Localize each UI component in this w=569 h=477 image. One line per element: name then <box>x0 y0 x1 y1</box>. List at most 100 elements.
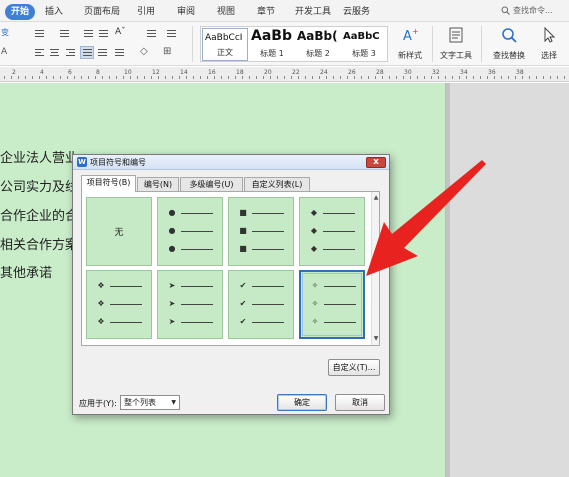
ruler-tick <box>319 76 320 79</box>
ruler-number: 10 <box>124 69 132 76</box>
document-line[interactable]: 企业法人营业 <box>0 147 78 166</box>
tab-chapter[interactable]: 章节 <box>257 4 275 20</box>
ruler-number: 38 <box>516 69 524 76</box>
cancel-button[interactable]: 取消 <box>335 394 385 411</box>
borders-icon[interactable]: ⊞ <box>163 46 171 57</box>
style-heading-2[interactable]: AaBb( 标题 2 <box>295 28 341 61</box>
ruler-tick <box>137 76 138 79</box>
ruler-number: 22 <box>292 69 300 76</box>
ruler-tick <box>368 76 369 79</box>
magnifier-icon <box>502 28 517 43</box>
align-right-icon[interactable] <box>64 47 76 58</box>
bullet-list-icon[interactable] <box>33 28 45 39</box>
style-normal[interactable]: AaBbCcI 正文 <box>202 28 248 61</box>
ruler-tick <box>536 76 537 79</box>
ruler-tick <box>11 76 12 79</box>
four-diamond-icon: ❖ <box>97 281 105 290</box>
tab-insert[interactable]: 插入 <box>45 4 63 20</box>
ruler-tick <box>480 76 481 79</box>
ruler-number: 32 <box>432 69 440 76</box>
decrease-indent-icon[interactable] <box>82 28 94 39</box>
show-marks-icon[interactable] <box>165 28 177 39</box>
ruler-tick <box>144 76 145 79</box>
checkmark-icon: ✔ <box>239 281 247 290</box>
scroll-down-icon[interactable]: ▼ <box>373 336 379 342</box>
ok-button[interactable]: 确定 <box>277 394 327 411</box>
numbered-list-icon[interactable] <box>58 28 70 39</box>
bullet-style-four-diamond[interactable]: ❖ ❖ ❖ <box>86 270 152 339</box>
toolbar-divider <box>481 26 482 62</box>
ruler-tick <box>172 76 173 79</box>
filled-diamond-icon: ◆ <box>310 208 318 217</box>
ruler-tick <box>326 76 327 79</box>
ruler-tick <box>291 76 292 79</box>
bullet-style-filled-circle[interactable]: ● ● ● <box>157 197 223 266</box>
tab-developer[interactable]: 开发工具 <box>295 4 331 20</box>
line-spacing-icon[interactable] <box>113 47 125 58</box>
tab-references[interactable]: 引用 <box>137 4 155 20</box>
ruler-number: 8 <box>96 69 100 76</box>
ribbon-tabs: 开始 插入 页面布局 引用 审阅 视图 章节 开发工具 云服务 查找命令... <box>0 0 569 22</box>
ruler-tick <box>403 76 404 79</box>
bullet-style-arrowhead[interactable]: ➤ ➤ ➤ <box>157 270 223 339</box>
tab-custom-list[interactable]: 自定义列表(L) <box>244 177 310 191</box>
dialog-title-bar[interactable]: W 项目符号和编号 x <box>73 155 389 170</box>
text-tools-button[interactable]: 文字工具 <box>436 26 476 61</box>
ruler-tick <box>347 76 348 79</box>
filled-square-icon: ■ <box>239 208 247 217</box>
bullet-style-filled-diamond[interactable]: ◆ ◆ ◆ <box>299 197 365 266</box>
sort-icon[interactable] <box>145 28 157 39</box>
tab-page-layout[interactable]: 页面布局 <box>84 4 120 20</box>
document-line[interactable]: 合作企业的合 <box>0 205 78 224</box>
style-normal-sample: AaBbCcI <box>205 33 243 43</box>
increase-indent-icon[interactable] <box>97 28 109 39</box>
tab-numbering[interactable]: 编号(N) <box>137 177 179 191</box>
annotation-arrow-icon <box>366 160 486 276</box>
customize-button[interactable]: 自定义(T)... <box>328 359 380 376</box>
ruler-tick <box>39 76 40 79</box>
tab-review[interactable]: 审阅 <box>177 4 195 20</box>
ruler-number: 30 <box>404 69 412 76</box>
align-center-icon[interactable] <box>48 47 60 58</box>
ruler-tick <box>200 76 201 79</box>
bullet-style-checkmark[interactable]: ✔ ✔ ✔ <box>228 270 294 339</box>
filled-square-icon: ■ <box>239 244 247 253</box>
new-style-button[interactable]: A + 新样式 <box>392 26 428 61</box>
style-heading-1[interactable]: AaBb 标题 1 <box>249 28 295 61</box>
tab-bullets[interactable]: 项目符号(B) <box>81 175 136 192</box>
ruler-number: 20 <box>264 69 272 76</box>
justify-icon[interactable] <box>80 46 94 59</box>
chinese-layout-icon[interactable]: A͏ˇ <box>115 27 126 37</box>
command-search[interactable]: 查找命令... <box>501 3 569 19</box>
bullet-style-hollow-four-star[interactable]: ✧ ✧ ✧ <box>299 270 365 339</box>
select-button[interactable]: 选择 <box>534 26 564 61</box>
tab-home[interactable]: 开始 <box>5 4 36 20</box>
align-left-icon[interactable] <box>33 47 45 58</box>
change-case-label[interactable]: 变 <box>1 27 9 38</box>
apply-to-select[interactable]: 整个列表 ▼ <box>120 395 180 410</box>
find-replace-button[interactable]: 查找替换 <box>487 26 531 61</box>
tab-cloud[interactable]: 云服务 <box>343 4 370 20</box>
style-heading-3[interactable]: AaBbC 标题 3 <box>341 28 387 61</box>
ruler-tick <box>53 76 54 79</box>
document-line[interactable]: 相关合作方案 <box>0 234 78 253</box>
tab-multilevel[interactable]: 多级编号(U) <box>180 177 243 191</box>
style-heading-3-label: 标题 3 <box>352 49 376 58</box>
style-heading-3-sample: AaBbC <box>343 31 380 42</box>
bullet-style-filled-square[interactable]: ■ ■ ■ <box>228 197 294 266</box>
distribute-icon[interactable] <box>96 47 108 58</box>
ruler-tick <box>130 76 131 79</box>
horizontal-ruler[interactable]: 2 4 6 8 10 12 14 16 18 20 22 24 26 28 30 32 34 36 38 <box>0 67 569 82</box>
select-label: 选择 <box>541 51 557 60</box>
bullet-style-none[interactable]: 无 <box>86 197 152 266</box>
hollow-four-star-icon: ✧ <box>311 299 319 308</box>
ruler-tick <box>249 76 250 79</box>
document-line[interactable]: 公司实力及线 <box>0 176 78 195</box>
ruler-tick <box>74 76 75 79</box>
style-heading-2-sample: AaBb( <box>297 29 338 43</box>
document-line[interactable]: 其他承诺 <box>0 262 52 281</box>
tab-view[interactable]: 视图 <box>217 4 235 20</box>
shading-icon[interactable]: ◇ <box>140 46 148 57</box>
font-size-glyph[interactable]: A <box>1 47 7 57</box>
ruler-tick <box>284 76 285 79</box>
